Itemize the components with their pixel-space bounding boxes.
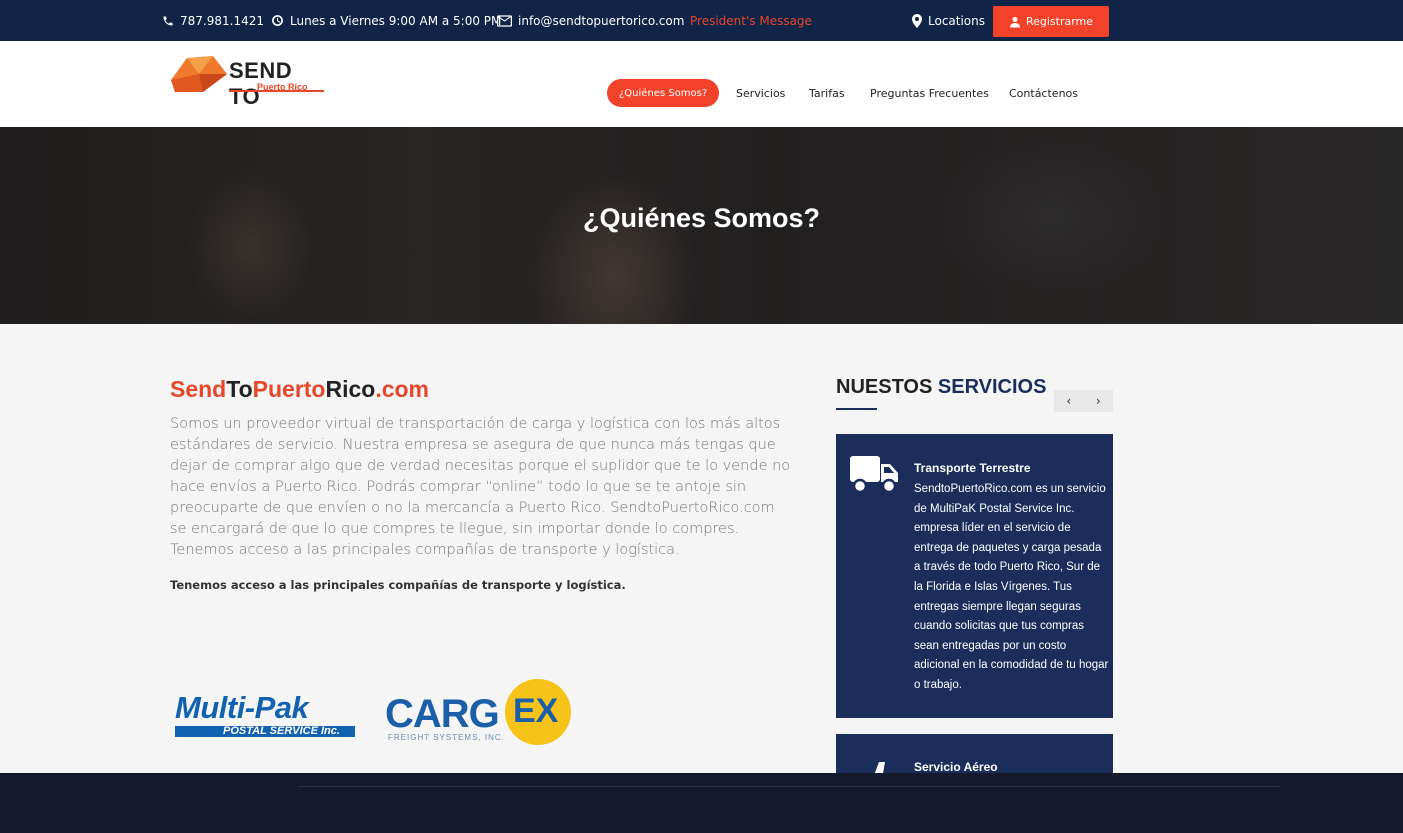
cargex-sub: FREIGHT SYSTEMS, INC.: [388, 733, 505, 742]
brand-to: To: [226, 376, 253, 402]
service-card-text: SendtoPuertoRico.com es un servicio de M…: [914, 483, 1109, 691]
hours-info: Lunes a Viernes 9:00 AM a 5:00 PM: [271, 0, 501, 41]
phone-icon: [163, 16, 173, 25]
user-icon: [1009, 16, 1020, 27]
email-address: info@sendtopuertorico.com: [518, 13, 685, 28]
presidents-message-link[interactable]: President's Message: [690, 0, 812, 41]
main-navbar: SEND TO Puerto Rico ¿Quiénes Somos? Serv…: [0, 41, 1403, 127]
nav-tarifas[interactable]: Tarifas: [809, 79, 845, 107]
logo-box-icon: [171, 56, 227, 92]
nav-quienes-somos[interactable]: ¿Quiénes Somos?: [607, 79, 720, 107]
map-pin-icon: [912, 13, 922, 28]
brand-send: Send: [170, 376, 227, 402]
site-logo[interactable]: SEND TO Puerto Rico: [169, 52, 329, 109]
email-contact[interactable]: info@sendtopuertorico.com: [497, 0, 684, 41]
top-bar: 787.981.1421 Lunes a Viernes 9:00 AM a 5…: [0, 0, 1403, 41]
intro-paragraph: Somos un proveedor virtual de transporta…: [170, 416, 791, 558]
carousel-controls: ‹ ›: [1054, 390, 1113, 412]
brand-com: .com: [375, 376, 430, 402]
site-footer: [0, 773, 1403, 833]
nav-contactenos[interactable]: Contáctenos: [1009, 79, 1078, 107]
clock-icon: [272, 15, 283, 26]
cargex-main: CARG: [385, 692, 500, 736]
register-label: Registrarme: [1025, 15, 1094, 28]
multipak-name: Multi-Pak: [175, 690, 309, 725]
nav-preguntas-frecuentes[interactable]: Preguntas Frecuentes: [870, 79, 989, 107]
phone-number: 787.981.1421: [180, 13, 264, 28]
access-statement: Tenemos acceso a las principales compañí…: [170, 578, 626, 592]
page-title: ¿Quiénes Somos?: [582, 203, 821, 233]
service-card-title: Servicio Aéreo: [914, 760, 998, 774]
business-hours: Lunes a Viernes 9:00 AM a 5:00 PM: [290, 13, 502, 28]
hero-banner: ¿Quiénes Somos?: [0, 127, 1403, 324]
truck-icon: [850, 456, 898, 494]
services-heading-underline: [836, 408, 877, 410]
nav-servicios[interactable]: Servicios: [736, 79, 785, 107]
service-card-title: Transporte Terrestre: [914, 461, 1031, 475]
cargex-ex: EX: [513, 692, 559, 730]
multipak-logo: Multi-Pak POSTAL SERVICE Inc.: [175, 690, 360, 742]
multipak-sub: POSTAL SERVICE Inc.: [223, 725, 340, 737]
footer-divider: [298, 786, 1280, 787]
envelope-icon: [497, 14, 512, 27]
locations-link[interactable]: Locations: [912, 0, 985, 41]
brand-heading: SendToPuertoRico.com: [170, 376, 429, 403]
service-card[interactable]: Transporte Terrestre SendtoPuertoRico.co…: [836, 434, 1113, 718]
register-button[interactable]: Registrarme: [993, 6, 1109, 37]
locations-label: Locations: [928, 13, 986, 28]
services-heading-a: NUESTOS: [836, 376, 933, 398]
carousel-prev-button[interactable]: ‹: [1066, 394, 1071, 408]
brand-puerto: Puerto: [252, 376, 326, 402]
services-heading-b: SERVICIOS: [937, 376, 1047, 398]
logo-underline: [229, 90, 324, 92]
phone-contact[interactable]: 787.981.1421: [162, 0, 264, 41]
cargex-logo: CARG EX FREIGHT SYSTEMS, INC.: [384, 678, 574, 746]
brand-rico: Rico: [325, 376, 376, 402]
services-heading: NUESTOS SERVICIOS: [836, 376, 1046, 399]
carousel-next-button[interactable]: ›: [1096, 394, 1101, 408]
